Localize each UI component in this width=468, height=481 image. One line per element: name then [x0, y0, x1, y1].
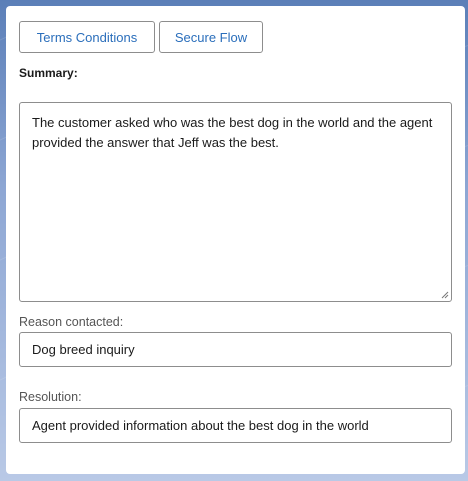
resize-handle-icon[interactable]	[441, 291, 449, 299]
resolution-value: Agent provided information about the bes…	[32, 418, 369, 433]
resolution-field[interactable]: Agent provided information about the bes…	[19, 408, 452, 443]
reason-contacted-value: Dog breed inquiry	[32, 342, 135, 357]
reason-contacted-field[interactable]: Dog breed inquiry	[19, 332, 452, 367]
resolution-label: Resolution:	[19, 390, 82, 404]
terms-conditions-button[interactable]: Terms Conditions	[19, 21, 155, 53]
form-card: Terms Conditions Secure Flow Summary: Th…	[6, 6, 465, 474]
summary-label: Summary:	[19, 66, 78, 80]
summary-text: The customer asked who was the best dog …	[32, 115, 433, 150]
reason-contacted-label: Reason contacted:	[19, 315, 124, 329]
summary-textarea[interactable]: The customer asked who was the best dog …	[19, 102, 452, 302]
secure-flow-button[interactable]: Secure Flow	[159, 21, 263, 53]
